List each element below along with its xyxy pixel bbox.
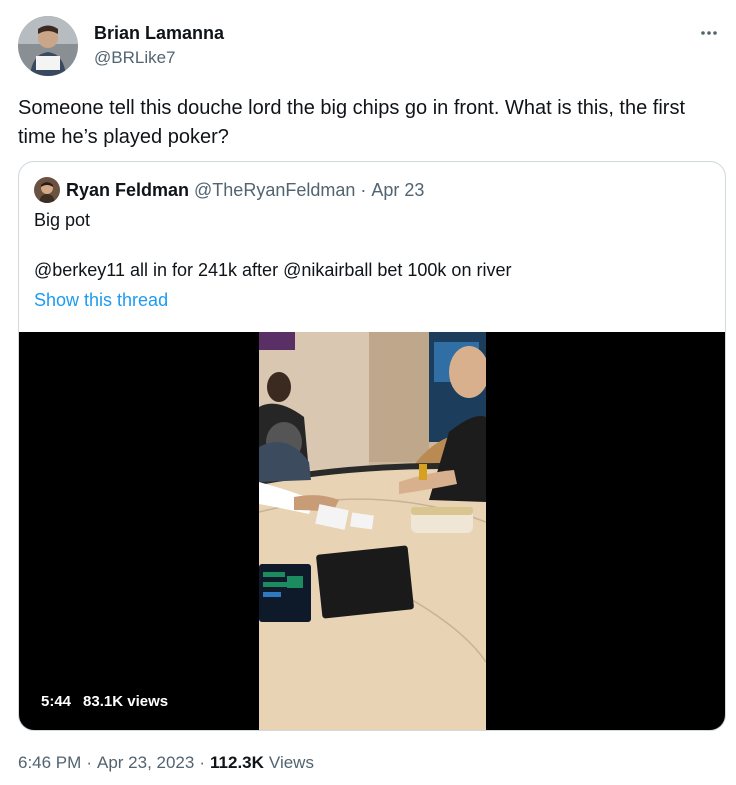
video-thumbnail <box>259 332 486 730</box>
quoted-tweet-text-line2: @berkey11 all in for 241k after @nikairb… <box>34 260 512 280</box>
tweet-time[interactable]: 6:46 PM <box>18 753 81 772</box>
author-names: Brian Lamanna @BRLike7 <box>94 22 224 69</box>
views-label: Views <box>268 753 314 772</box>
views-count: 112.3K <box>210 753 264 772</box>
quoted-author-name[interactable]: Ryan Feldman <box>66 180 189 201</box>
separator-dot: · <box>86 753 92 772</box>
author-display-name[interactable]: Brian Lamanna <box>94 22 224 44</box>
quoted-tweet-header: Ryan Feldman @TheRyanFeldman · Apr 23 <box>34 177 424 203</box>
separator-dot: · <box>199 753 206 772</box>
quoted-tweet-text-line1: Big pot <box>34 210 91 230</box>
tweet-text: Someone tell this douche lord the big ch… <box>18 97 686 148</box>
ellipsis-icon <box>701 31 717 35</box>
tweet-date[interactable]: Apr 23, 2023 <box>97 753 194 772</box>
quoted-tweet-card[interactable]: Ryan Feldman @TheRyanFeldman · Apr 23 Bi… <box>18 161 726 731</box>
video-duration: 5:44 <box>41 692 72 710</box>
author-handle[interactable]: @BRLike7 <box>94 47 224 69</box>
video-views: 83.1K views <box>83 692 169 710</box>
author-avatar[interactable] <box>18 16 78 76</box>
quoted-author-handle[interactable]: @TheRyanFeldman <box>194 180 355 201</box>
show-thread-link[interactable]: Show this thread <box>34 288 168 312</box>
tweet-author-row: Brian Lamanna @BRLike7 <box>18 14 726 78</box>
quoted-tweet-date[interactable]: Apr 23 <box>371 180 424 201</box>
tweet-meta: 6:46 PM · Apr 23, 2023 · 112.3K Views <box>18 751 314 775</box>
video-player[interactable]: 5:44 83.1K views <box>19 332 725 730</box>
more-options-button[interactable] <box>692 16 726 50</box>
quoted-author-avatar[interactable] <box>34 177 60 203</box>
video-stats-badge: 5:44 83.1K views <box>31 686 179 716</box>
separator-dot: · <box>360 179 367 200</box>
